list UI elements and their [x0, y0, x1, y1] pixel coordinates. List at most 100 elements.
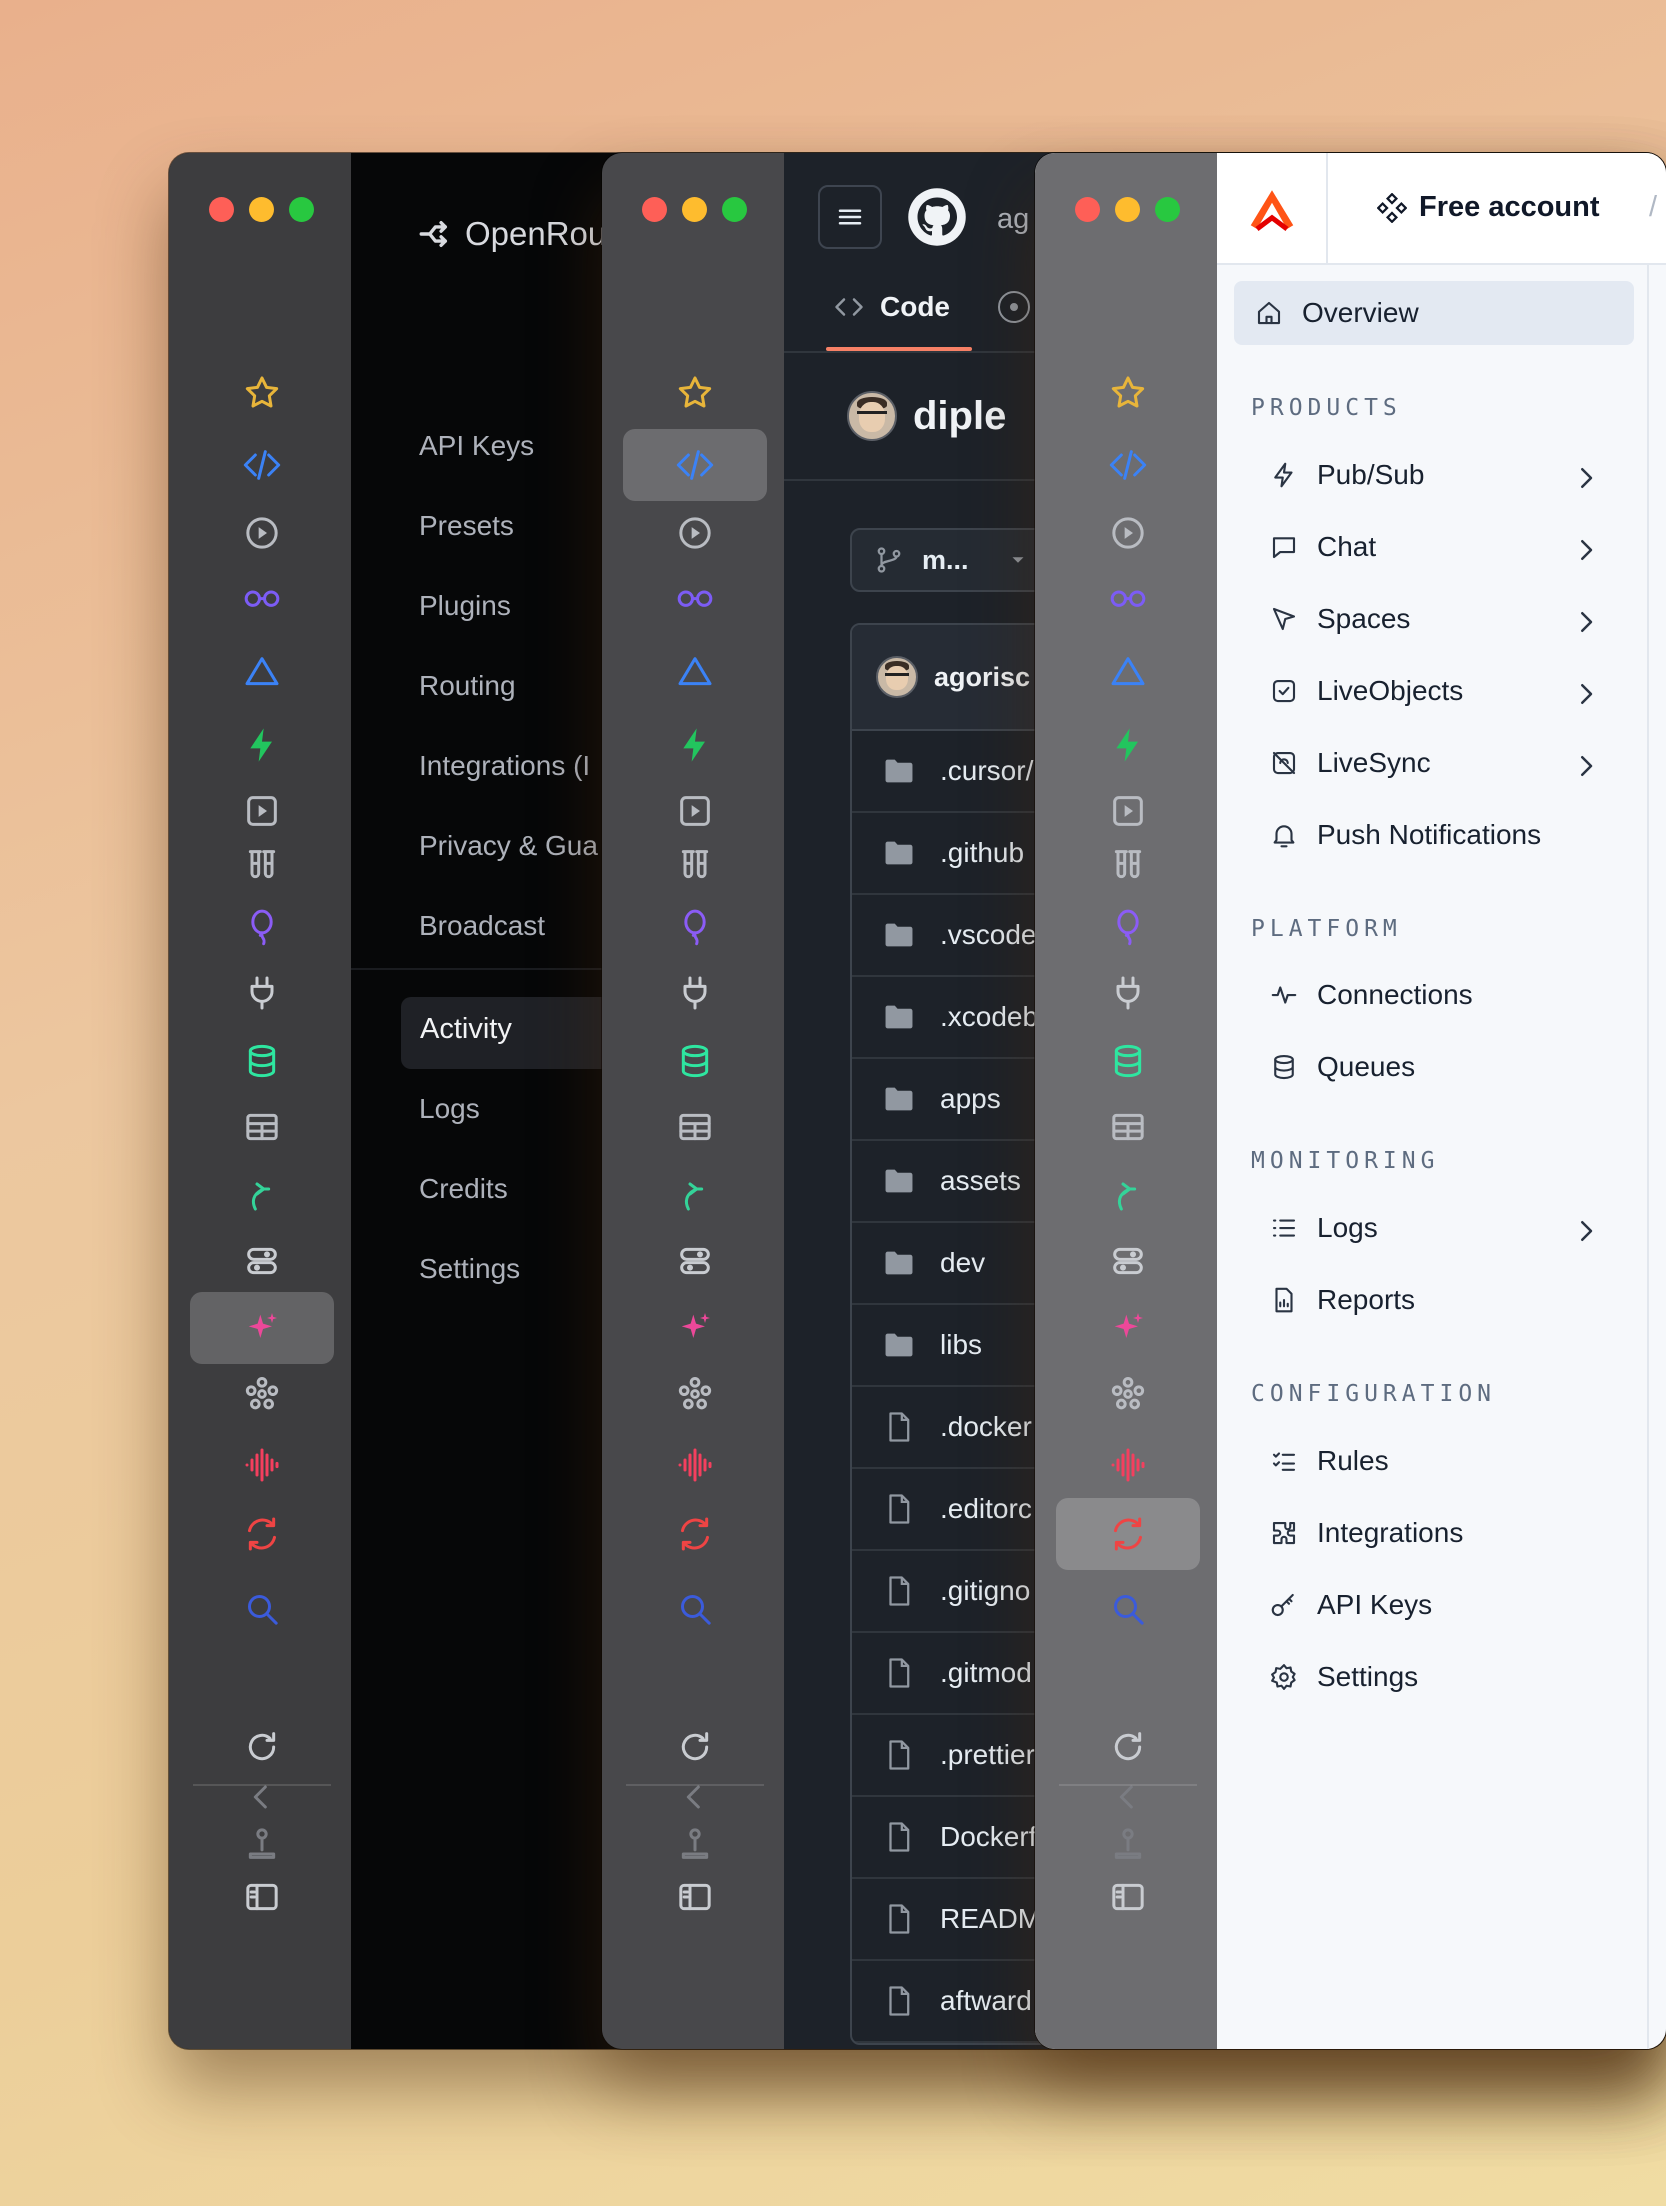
rail-table-button[interactable] [190, 1091, 334, 1163]
rail-arrow-up-button[interactable] [190, 1158, 334, 1230]
rail-plug-button[interactable] [1056, 957, 1200, 1029]
file-name[interactable]: .prettier [940, 1739, 1035, 1771]
rail-code-button[interactable] [190, 429, 334, 501]
rail-arrow-up-button[interactable] [623, 1158, 767, 1230]
nav-item-routing[interactable]: Routing [419, 670, 516, 702]
rail-database-button[interactable] [1056, 1025, 1200, 1097]
rail-triangle-button[interactable] [190, 636, 334, 708]
rail-balloon-button[interactable] [623, 891, 767, 963]
sidebar-item-logs[interactable]: Logs [1249, 1196, 1649, 1260]
file-name[interactable]: .editorc [940, 1493, 1032, 1525]
rail-joystick-button[interactable] [623, 1814, 767, 1874]
rail-bolt-button[interactable] [190, 709, 334, 781]
file-name[interactable]: .vscode [940, 919, 1037, 951]
rail-nodes-button[interactable] [623, 1358, 767, 1430]
commit-author[interactable]: agorisc [934, 662, 1030, 693]
file-name[interactable]: dev [940, 1247, 985, 1279]
rail-waveform-button[interactable] [1056, 1429, 1200, 1501]
sidebar-item-queues[interactable]: Queues [1249, 1035, 1649, 1099]
rail-sparkles-button[interactable] [623, 1292, 767, 1364]
github-logo-icon[interactable] [907, 187, 967, 247]
rail-bolt-button[interactable] [1056, 709, 1200, 781]
nav-item-plugins[interactable]: Plugins [419, 590, 511, 622]
rail-database-button[interactable] [623, 1025, 767, 1097]
menu-button[interactable] [818, 185, 882, 249]
rail-bolt-button[interactable] [623, 709, 767, 781]
rail-star-button[interactable] [623, 357, 767, 429]
file-name[interactable]: .gitmod [940, 1657, 1032, 1689]
rail-sparkles-button[interactable] [190, 1292, 334, 1364]
file-name[interactable]: aftward [940, 1985, 1032, 2017]
rail-sparkles-button[interactable] [1056, 1292, 1200, 1364]
rail-toggles-button[interactable] [623, 1225, 767, 1297]
file-name[interactable]: .cursor/ [940, 755, 1033, 787]
rail-sync-button[interactable] [190, 1498, 334, 1570]
file-name[interactable]: apps [940, 1083, 1001, 1115]
sidebar-item-pub-sub[interactable]: Pub/Sub [1249, 443, 1649, 507]
rail-play-circle-button[interactable] [623, 497, 767, 569]
minimize-window-button[interactable] [249, 197, 274, 222]
rail-sidebar-toggle-button[interactable] [623, 1867, 767, 1927]
rail-sidebar-toggle-button[interactable] [1056, 1867, 1200, 1927]
repo-owner[interactable]: ag [997, 203, 1029, 236]
rail-sync-button[interactable] [1056, 1498, 1200, 1570]
rail-search-button[interactable] [1056, 1573, 1200, 1645]
rail-glasses-button[interactable] [190, 561, 334, 633]
branch-selector[interactable]: m... [850, 528, 1050, 592]
sidebar-item-integrations[interactable]: Integrations [1249, 1501, 1649, 1565]
nav-item-settings[interactable]: Settings [419, 1253, 520, 1285]
sidebar-item-connections[interactable]: Connections [1249, 963, 1649, 1027]
rail-play-circle-button[interactable] [1056, 497, 1200, 569]
rail-plug-button[interactable] [190, 957, 334, 1029]
sidebar-item-spaces[interactable]: Spaces [1249, 587, 1649, 651]
rail-waveform-button[interactable] [190, 1429, 334, 1501]
close-window-button[interactable] [642, 197, 667, 222]
rail-code-button[interactable] [623, 429, 767, 501]
rail-toggles-button[interactable] [1056, 1225, 1200, 1297]
tab-code[interactable]: Code [834, 291, 950, 323]
sidebar-item-livesync[interactable]: LiveSync [1249, 731, 1649, 795]
rail-triangle-button[interactable] [623, 636, 767, 708]
rail-search-button[interactable] [190, 1573, 334, 1645]
rail-joystick-button[interactable] [190, 1814, 334, 1874]
close-window-button[interactable] [209, 197, 234, 222]
nav-item-broadcast[interactable]: Broadcast [419, 910, 545, 942]
rail-nodes-button[interactable] [190, 1358, 334, 1430]
zoom-window-button[interactable] [289, 197, 314, 222]
rail-sidebar-toggle-button[interactable] [190, 1867, 334, 1927]
rail-play-circle-button[interactable] [190, 497, 334, 569]
rail-arrow-up-button[interactable] [1056, 1158, 1200, 1230]
sidebar-item-liveobjects[interactable]: LiveObjects [1249, 659, 1649, 723]
rail-table-button[interactable] [1056, 1091, 1200, 1163]
nav-item-credits[interactable]: Credits [419, 1173, 508, 1205]
rail-balloon-button[interactable] [1056, 891, 1200, 963]
sidebar-item-chat[interactable]: Chat [1249, 515, 1649, 579]
rail-nodes-button[interactable] [1056, 1358, 1200, 1430]
issues-icon[interactable] [998, 291, 1030, 323]
rail-waveform-button[interactable] [623, 1429, 767, 1501]
ably-logo[interactable] [1217, 153, 1328, 265]
account-switcher[interactable]: Free account [1377, 191, 1600, 224]
nav-item-privacy[interactable]: Privacy & Gua [419, 830, 598, 862]
rail-code-button[interactable] [1056, 429, 1200, 501]
sidebar-item-push-notifications[interactable]: Push Notifications [1249, 803, 1649, 867]
file-name[interactable]: .docker [940, 1411, 1032, 1443]
sidebar-item-settings[interactable]: Settings [1249, 1645, 1649, 1709]
zoom-window-button[interactable] [722, 197, 747, 222]
file-name[interactable]: assets [940, 1165, 1021, 1197]
openrouter-brand[interactable]: OpenRou [417, 215, 606, 253]
file-name[interactable]: .gitigno [940, 1575, 1030, 1607]
nav-item-integrations[interactable]: Integrations (I [419, 750, 590, 782]
sidebar-item-reports[interactable]: Reports [1249, 1268, 1649, 1332]
rail-database-button[interactable] [190, 1025, 334, 1097]
rail-triangle-button[interactable] [1056, 636, 1200, 708]
close-window-button[interactable] [1075, 197, 1100, 222]
rail-toggles-button[interactable] [190, 1225, 334, 1297]
sidebar-item-overview[interactable]: Overview [1234, 281, 1634, 345]
nav-item-logs[interactable]: Logs [419, 1093, 480, 1125]
file-name[interactable]: .xcodeb [940, 1001, 1038, 1033]
file-name[interactable]: READM [940, 1903, 1041, 1935]
rail-glasses-button[interactable] [623, 561, 767, 633]
rail-search-button[interactable] [623, 1573, 767, 1645]
sidebar-item-rules[interactable]: Rules [1249, 1429, 1649, 1493]
